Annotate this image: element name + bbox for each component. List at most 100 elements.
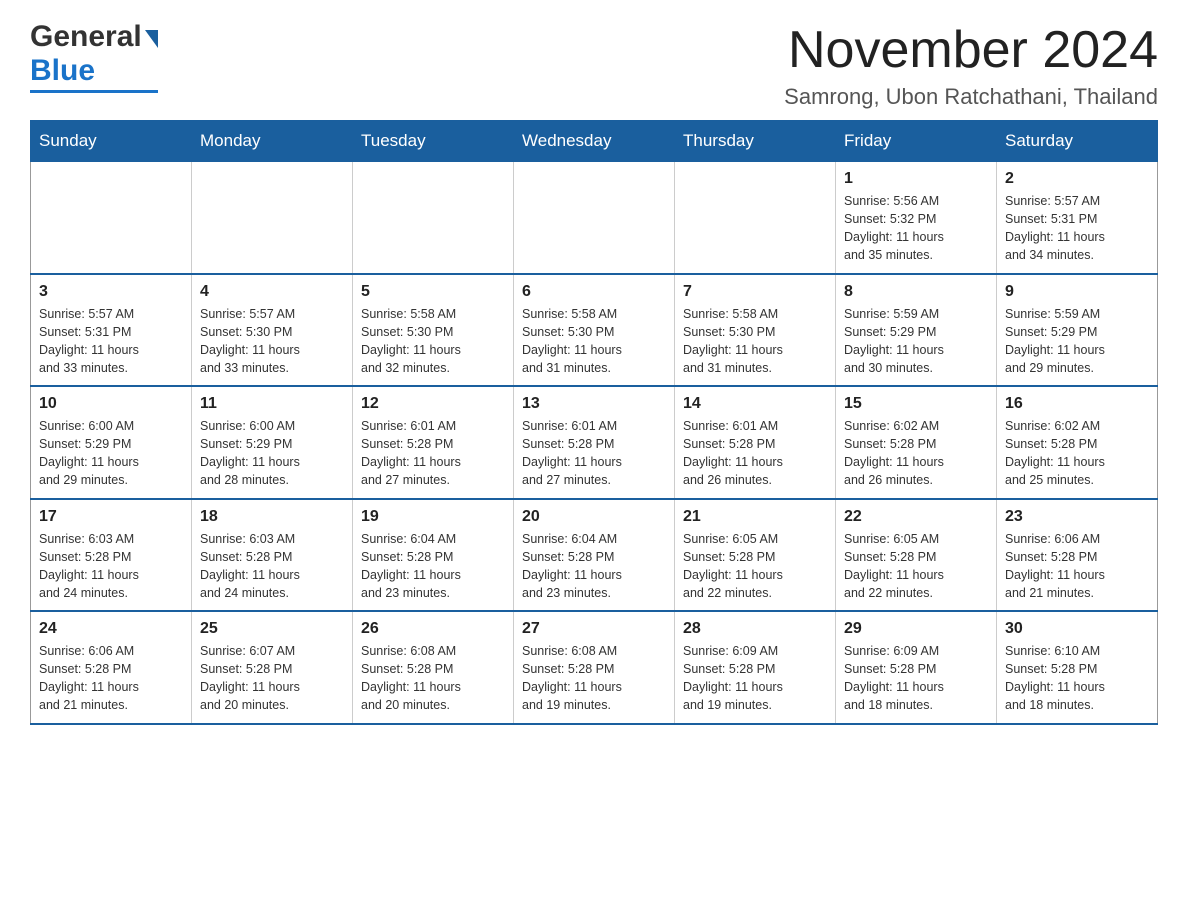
calendar-body: 1Sunrise: 5:56 AM Sunset: 5:32 PM Daylig…: [31, 162, 1158, 724]
day-number: 28: [683, 620, 827, 638]
day-header-tuesday: Tuesday: [353, 121, 514, 162]
week-row-3: 17 Sunrise: 6:03 AM Sunset: 5:28 PM Dayli…: [31, 499, 1158, 612]
day-info: Sunrise: 6:08 AM Sunset: 5:28 PM Dayligh…: [361, 642, 505, 715]
day-info: Sunrise: 6:09 AM Sunset: 5:28 PM Dayligh…: [844, 642, 988, 715]
days-of-week-row: SundayMondayTuesdayWednesdayThursdayFrid…: [31, 121, 1158, 162]
day-info: Sunrise: 6:08 AM Sunset: 5:28 PM Dayligh…: [522, 642, 666, 715]
calendar-cell: 5 Sunrise: 5:58 AM Sunset: 5:30 PM Daylig…: [353, 274, 514, 387]
day-number: 19: [361, 508, 505, 526]
day-header-friday: Friday: [836, 121, 997, 162]
calendar-cell: 28Sunrise: 6:09 AM Sunset: 5:28 PM Dayli…: [675, 611, 836, 724]
title-section: November 2024 Samrong, Ubon Ratchathani,…: [784, 20, 1158, 110]
calendar-cell: 29 Sunrise: 6:09 AM Sunset: 5:28 PM Dayli…: [836, 611, 997, 724]
day-info: Sunrise: 6:05 AM Sunset: 5:28 PM Dayligh…: [683, 530, 827, 603]
day-number: 5: [361, 283, 505, 301]
logo-text: General Blue: [30, 20, 158, 93]
calendar-cell: 20 Sunrise: 6:04 AM Sunset: 5:28 PM Dayli…: [514, 499, 675, 612]
day-header-wednesday: Wednesday: [514, 121, 675, 162]
day-number: 26: [361, 620, 505, 638]
day-info: Sunrise: 6:01 AM Sunset: 5:28 PM Dayligh…: [683, 417, 827, 490]
day-info: Sunrise: 5:59 AM Sunset: 5:29 PM Dayligh…: [844, 305, 988, 378]
calendar-header: SundayMondayTuesdayWednesdayThursdayFrid…: [31, 121, 1158, 162]
day-number: 2: [1005, 170, 1149, 188]
calendar-cell: 7Sunrise: 5:58 AM Sunset: 5:30 PM Daylig…: [675, 274, 836, 387]
calendar-cell: 10Sunrise: 6:00 AM Sunset: 5:29 PM Dayli…: [31, 386, 192, 499]
day-info: Sunrise: 6:07 AM Sunset: 5:28 PM Dayligh…: [200, 642, 344, 715]
calendar-cell: 16Sunrise: 6:02 AM Sunset: 5:28 PM Dayli…: [997, 386, 1158, 499]
day-number: 29: [844, 620, 988, 638]
week-row-0: 1Sunrise: 5:56 AM Sunset: 5:32 PM Daylig…: [31, 162, 1158, 274]
day-info: Sunrise: 5:58 AM Sunset: 5:30 PM Dayligh…: [683, 305, 827, 378]
calendar-cell: 15 Sunrise: 6:02 AM Sunset: 5:28 PM Dayli…: [836, 386, 997, 499]
day-info: Sunrise: 5:57 AM Sunset: 5:30 PM Dayligh…: [200, 305, 344, 378]
day-number: 4: [200, 283, 344, 301]
calendar-cell: 11 Sunrise: 6:00 AM Sunset: 5:29 PM Dayli…: [192, 386, 353, 499]
calendar-cell: 14Sunrise: 6:01 AM Sunset: 5:28 PM Dayli…: [675, 386, 836, 499]
day-header-monday: Monday: [192, 121, 353, 162]
calendar-cell: 26 Sunrise: 6:08 AM Sunset: 5:28 PM Dayli…: [353, 611, 514, 724]
day-info: Sunrise: 5:59 AM Sunset: 5:29 PM Dayligh…: [1005, 305, 1149, 378]
week-row-2: 10 Sunrise: 6:00 AM Sunset: 5:29 PM Dayli…: [31, 386, 1158, 499]
page-header: General Blue November 2024 Samrong, Ubon…: [30, 20, 1158, 110]
logo: General Blue: [30, 20, 158, 93]
day-number: 15: [844, 395, 988, 413]
day-header-sunday: Sunday: [31, 121, 192, 162]
day-info: Sunrise: 6:04 AM Sunset: 5:28 PM Dayligh…: [361, 530, 505, 603]
calendar-cell: 8 Sunrise: 5:59 AM Sunset: 5:29 PM Daylig…: [836, 274, 997, 387]
day-info: Sunrise: 6:06 AM Sunset: 5:28 PM Dayligh…: [1005, 530, 1149, 603]
day-number: 17: [39, 508, 183, 526]
calendar-cell: [31, 162, 192, 274]
calendar-cell: 9Sunrise: 5:59 AM Sunset: 5:29 PM Daylig…: [997, 274, 1158, 387]
day-number: 10: [39, 395, 183, 413]
calendar-cell: 19 Sunrise: 6:04 AM Sunset: 5:28 PM Dayli…: [353, 499, 514, 612]
calendar-cell: 27 Sunrise: 6:08 AM Sunset: 5:28 PM Dayli…: [514, 611, 675, 724]
day-number: 27: [522, 620, 666, 638]
day-info: Sunrise: 5:58 AM Sunset: 5:30 PM Dayligh…: [361, 305, 505, 378]
day-info: Sunrise: 6:03 AM Sunset: 5:28 PM Dayligh…: [200, 530, 344, 603]
calendar-cell: [675, 162, 836, 274]
day-info: Sunrise: 6:00 AM Sunset: 5:29 PM Dayligh…: [200, 417, 344, 490]
day-info: Sunrise: 5:57 AM Sunset: 5:31 PM Dayligh…: [39, 305, 183, 378]
day-info: Sunrise: 6:05 AM Sunset: 5:28 PM Dayligh…: [844, 530, 988, 603]
calendar-cell: 18 Sunrise: 6:03 AM Sunset: 5:28 PM Dayli…: [192, 499, 353, 612]
logo-triangle-icon: [145, 30, 158, 48]
logo-blue: Blue: [30, 54, 95, 87]
calendar-cell: 17 Sunrise: 6:03 AM Sunset: 5:28 PM Dayli…: [31, 499, 192, 612]
day-info: Sunrise: 6:01 AM Sunset: 5:28 PM Dayligh…: [361, 417, 505, 490]
day-number: 6: [522, 283, 666, 301]
calendar-cell: 3 Sunrise: 5:57 AM Sunset: 5:31 PM Daylig…: [31, 274, 192, 387]
calendar-cell: 13 Sunrise: 6:01 AM Sunset: 5:28 PM Dayli…: [514, 386, 675, 499]
calendar-cell: 2 Sunrise: 5:57 AM Sunset: 5:31 PM Daylig…: [997, 162, 1158, 274]
day-number: 8: [844, 283, 988, 301]
day-info: Sunrise: 6:02 AM Sunset: 5:28 PM Dayligh…: [844, 417, 988, 490]
day-info: Sunrise: 5:57 AM Sunset: 5:31 PM Dayligh…: [1005, 192, 1149, 265]
day-number: 23: [1005, 508, 1149, 526]
day-info: Sunrise: 6:04 AM Sunset: 5:28 PM Dayligh…: [522, 530, 666, 603]
day-number: 11: [200, 395, 344, 413]
calendar-table: SundayMondayTuesdayWednesdayThursdayFrid…: [30, 120, 1158, 725]
day-number: 13: [522, 395, 666, 413]
day-number: 25: [200, 620, 344, 638]
logo-underline: [30, 90, 158, 93]
day-number: 18: [200, 508, 344, 526]
calendar-cell: 4 Sunrise: 5:57 AM Sunset: 5:30 PM Daylig…: [192, 274, 353, 387]
day-number: 20: [522, 508, 666, 526]
day-info: Sunrise: 5:56 AM Sunset: 5:32 PM Dayligh…: [844, 192, 988, 265]
calendar-cell: 12Sunrise: 6:01 AM Sunset: 5:28 PM Dayli…: [353, 386, 514, 499]
calendar-cell: 25 Sunrise: 6:07 AM Sunset: 5:28 PM Dayli…: [192, 611, 353, 724]
day-number: 24: [39, 620, 183, 638]
calendar-cell: 23 Sunrise: 6:06 AM Sunset: 5:28 PM Dayli…: [997, 499, 1158, 612]
day-number: 21: [683, 508, 827, 526]
day-info: Sunrise: 6:03 AM Sunset: 5:28 PM Dayligh…: [39, 530, 183, 603]
day-info: Sunrise: 6:01 AM Sunset: 5:28 PM Dayligh…: [522, 417, 666, 490]
calendar-cell: 24 Sunrise: 6:06 AM Sunset: 5:28 PM Dayli…: [31, 611, 192, 724]
day-info: Sunrise: 6:06 AM Sunset: 5:28 PM Dayligh…: [39, 642, 183, 715]
calendar-cell: [353, 162, 514, 274]
day-info: Sunrise: 6:10 AM Sunset: 5:28 PM Dayligh…: [1005, 642, 1149, 715]
day-number: 3: [39, 283, 183, 301]
calendar-cell: 1Sunrise: 5:56 AM Sunset: 5:32 PM Daylig…: [836, 162, 997, 274]
week-row-4: 24 Sunrise: 6:06 AM Sunset: 5:28 PM Dayli…: [31, 611, 1158, 724]
day-number: 30: [1005, 620, 1149, 638]
calendar-cell: 6Sunrise: 5:58 AM Sunset: 5:30 PM Daylig…: [514, 274, 675, 387]
main-title: November 2024: [784, 20, 1158, 80]
